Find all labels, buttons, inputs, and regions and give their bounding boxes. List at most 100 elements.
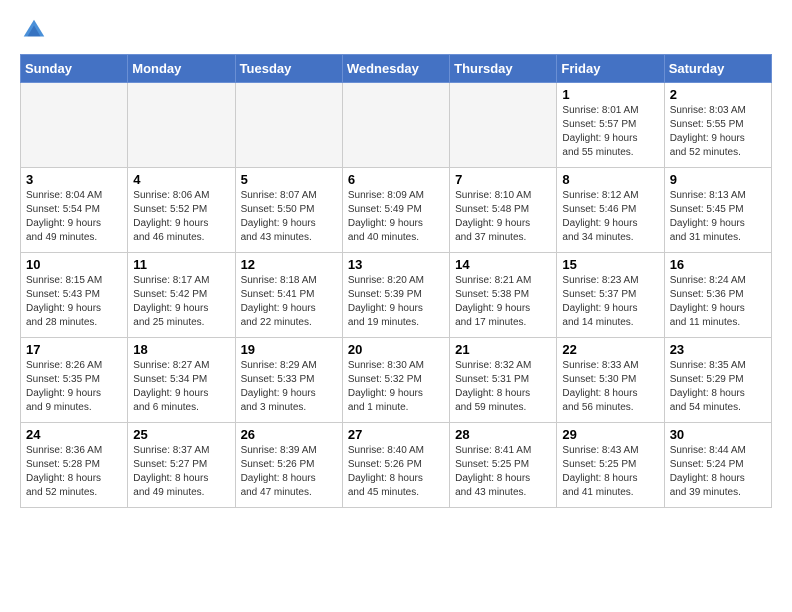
- day-info: Sunrise: 8:26 AM Sunset: 5:35 PM Dayligh…: [26, 359, 122, 415]
- calendar-cell: 3 Sunrise: 8:04 AM Sunset: 5:54 PM Daylig…: [21, 168, 128, 253]
- calendar-cell: 15 Sunrise: 8:23 AM Sunset: 5:37 PM Dayli…: [557, 253, 664, 338]
- calendar-cell: 2 Sunrise: 8:03 AM Sunset: 5:55 PM Daylig…: [664, 83, 771, 168]
- calendar-cell: 13 Sunrise: 8:20 AM Sunset: 5:39 PM Dayli…: [342, 253, 449, 338]
- calendar-cell: 18 Sunrise: 8:27 AM Sunset: 5:34 PM Dayli…: [128, 338, 235, 423]
- calendar-header-tuesday: Tuesday: [235, 55, 342, 83]
- day-number: 17: [26, 342, 122, 357]
- day-info: Sunrise: 8:23 AM Sunset: 5:37 PM Dayligh…: [562, 274, 658, 330]
- calendar-cell: [21, 83, 128, 168]
- day-number: 1: [562, 87, 658, 102]
- day-info: Sunrise: 8:29 AM Sunset: 5:33 PM Dayligh…: [241, 359, 337, 415]
- day-number: 30: [670, 427, 766, 442]
- day-number: 9: [670, 172, 766, 187]
- day-number: 29: [562, 427, 658, 442]
- calendar-cell: 14 Sunrise: 8:21 AM Sunset: 5:38 PM Dayli…: [450, 253, 557, 338]
- day-number: 12: [241, 257, 337, 272]
- calendar-week-5: 24 Sunrise: 8:36 AM Sunset: 5:28 PM Dayli…: [21, 423, 772, 508]
- calendar-cell: 5Sunrise: 8:07 AM Sunset: 5:50 PM Daylig…: [235, 168, 342, 253]
- day-info: Sunrise: 8:15 AM Sunset: 5:43 PM Dayligh…: [26, 274, 122, 330]
- day-info: Sunrise: 8:07 AM Sunset: 5:50 PM Dayligh…: [241, 189, 337, 245]
- day-info: Sunrise: 8:10 AM Sunset: 5:48 PM Dayligh…: [455, 189, 551, 245]
- calendar-cell: 21 Sunrise: 8:32 AM Sunset: 5:31 PM Dayli…: [450, 338, 557, 423]
- day-info: Sunrise: 8:21 AM Sunset: 5:38 PM Dayligh…: [455, 274, 551, 330]
- day-info: Sunrise: 8:32 AM Sunset: 5:31 PM Dayligh…: [455, 359, 551, 415]
- day-number: 3: [26, 172, 122, 187]
- calendar-cell: 29 Sunrise: 8:43 AM Sunset: 5:25 PM Dayli…: [557, 423, 664, 508]
- calendar-week-1: 1 Sunrise: 8:01 AM Sunset: 5:57 PM Daylig…: [21, 83, 772, 168]
- day-number: 7: [455, 172, 551, 187]
- calendar-header-friday: Friday: [557, 55, 664, 83]
- day-number: 11: [133, 257, 229, 272]
- calendar-header-monday: Monday: [128, 55, 235, 83]
- calendar-cell: [450, 83, 557, 168]
- day-info: Sunrise: 8:41 AM Sunset: 5:25 PM Dayligh…: [455, 444, 551, 500]
- calendar-week-2: 3 Sunrise: 8:04 AM Sunset: 5:54 PM Daylig…: [21, 168, 772, 253]
- day-number: 10: [26, 257, 122, 272]
- page: SundayMondayTuesdayWednesdayThursdayFrid…: [0, 0, 792, 520]
- day-info: Sunrise: 8:24 AM Sunset: 5:36 PM Dayligh…: [670, 274, 766, 330]
- day-number: 21: [455, 342, 551, 357]
- day-info: Sunrise: 8:03 AM Sunset: 5:55 PM Dayligh…: [670, 104, 766, 160]
- calendar-cell: [342, 83, 449, 168]
- day-number: 22: [562, 342, 658, 357]
- calendar-cell: 25Sunrise: 8:37 AM Sunset: 5:27 PM Dayli…: [128, 423, 235, 508]
- calendar-header-saturday: Saturday: [664, 55, 771, 83]
- day-number: 15: [562, 257, 658, 272]
- calendar-cell: 8 Sunrise: 8:12 AM Sunset: 5:46 PM Daylig…: [557, 168, 664, 253]
- calendar-cell: 9 Sunrise: 8:13 AM Sunset: 5:45 PM Daylig…: [664, 168, 771, 253]
- day-info: Sunrise: 8:44 AM Sunset: 5:24 PM Dayligh…: [670, 444, 766, 500]
- calendar-cell: [128, 83, 235, 168]
- day-info: Sunrise: 8:09 AM Sunset: 5:49 PM Dayligh…: [348, 189, 444, 245]
- calendar-week-3: 10 Sunrise: 8:15 AM Sunset: 5:43 PM Dayli…: [21, 253, 772, 338]
- calendar-cell: 4Sunrise: 8:06 AM Sunset: 5:52 PM Daylig…: [128, 168, 235, 253]
- day-number: 2: [670, 87, 766, 102]
- day-number: 16: [670, 257, 766, 272]
- calendar-cell: 26 Sunrise: 8:39 AM Sunset: 5:26 PM Dayli…: [235, 423, 342, 508]
- day-number: 13: [348, 257, 444, 272]
- day-info: Sunrise: 8:04 AM Sunset: 5:54 PM Dayligh…: [26, 189, 122, 245]
- day-number: 26: [241, 427, 337, 442]
- logo: [20, 16, 50, 44]
- day-info: Sunrise: 8:20 AM Sunset: 5:39 PM Dayligh…: [348, 274, 444, 330]
- day-info: Sunrise: 8:13 AM Sunset: 5:45 PM Dayligh…: [670, 189, 766, 245]
- day-info: Sunrise: 8:35 AM Sunset: 5:29 PM Dayligh…: [670, 359, 766, 415]
- day-info: Sunrise: 8:30 AM Sunset: 5:32 PM Dayligh…: [348, 359, 444, 415]
- calendar-header-sunday: Sunday: [21, 55, 128, 83]
- day-info: Sunrise: 8:36 AM Sunset: 5:28 PM Dayligh…: [26, 444, 122, 500]
- day-info: Sunrise: 8:43 AM Sunset: 5:25 PM Dayligh…: [562, 444, 658, 500]
- day-info: Sunrise: 8:12 AM Sunset: 5:46 PM Dayligh…: [562, 189, 658, 245]
- calendar-cell: 17 Sunrise: 8:26 AM Sunset: 5:35 PM Dayli…: [21, 338, 128, 423]
- calendar-cell: 20 Sunrise: 8:30 AM Sunset: 5:32 PM Dayli…: [342, 338, 449, 423]
- day-number: 6: [348, 172, 444, 187]
- calendar-cell: [235, 83, 342, 168]
- day-number: 20: [348, 342, 444, 357]
- day-number: 18: [133, 342, 229, 357]
- calendar-cell: 11 Sunrise: 8:17 AM Sunset: 5:42 PM Dayli…: [128, 253, 235, 338]
- day-info: Sunrise: 8:27 AM Sunset: 5:34 PM Dayligh…: [133, 359, 229, 415]
- day-info: Sunrise: 8:01 AM Sunset: 5:57 PM Dayligh…: [562, 104, 658, 160]
- calendar-cell: 16 Sunrise: 8:24 AM Sunset: 5:36 PM Dayli…: [664, 253, 771, 338]
- day-number: 14: [455, 257, 551, 272]
- day-number: 8: [562, 172, 658, 187]
- day-number: 27: [348, 427, 444, 442]
- day-info: Sunrise: 8:33 AM Sunset: 5:30 PM Dayligh…: [562, 359, 658, 415]
- calendar-cell: 22 Sunrise: 8:33 AM Sunset: 5:30 PM Dayli…: [557, 338, 664, 423]
- day-number: 24: [26, 427, 122, 442]
- calendar-cell: 24 Sunrise: 8:36 AM Sunset: 5:28 PM Dayli…: [21, 423, 128, 508]
- day-info: Sunrise: 8:39 AM Sunset: 5:26 PM Dayligh…: [241, 444, 337, 500]
- calendar-header-thursday: Thursday: [450, 55, 557, 83]
- calendar-table: SundayMondayTuesdayWednesdayThursdayFrid…: [20, 54, 772, 508]
- day-info: Sunrise: 8:17 AM Sunset: 5:42 PM Dayligh…: [133, 274, 229, 330]
- day-info: Sunrise: 8:37 AM Sunset: 5:27 PM Dayligh…: [133, 444, 229, 500]
- calendar-cell: 6 Sunrise: 8:09 AM Sunset: 5:49 PM Daylig…: [342, 168, 449, 253]
- day-number: 19: [241, 342, 337, 357]
- logo-icon: [20, 16, 48, 44]
- calendar-week-4: 17 Sunrise: 8:26 AM Sunset: 5:35 PM Dayli…: [21, 338, 772, 423]
- calendar-cell: 10 Sunrise: 8:15 AM Sunset: 5:43 PM Dayli…: [21, 253, 128, 338]
- day-number: 23: [670, 342, 766, 357]
- calendar-cell: 12Sunrise: 8:18 AM Sunset: 5:41 PM Dayli…: [235, 253, 342, 338]
- calendar-cell: 30 Sunrise: 8:44 AM Sunset: 5:24 PM Dayli…: [664, 423, 771, 508]
- calendar-cell: 23 Sunrise: 8:35 AM Sunset: 5:29 PM Dayli…: [664, 338, 771, 423]
- calendar-cell: 1 Sunrise: 8:01 AM Sunset: 5:57 PM Daylig…: [557, 83, 664, 168]
- day-info: Sunrise: 8:40 AM Sunset: 5:26 PM Dayligh…: [348, 444, 444, 500]
